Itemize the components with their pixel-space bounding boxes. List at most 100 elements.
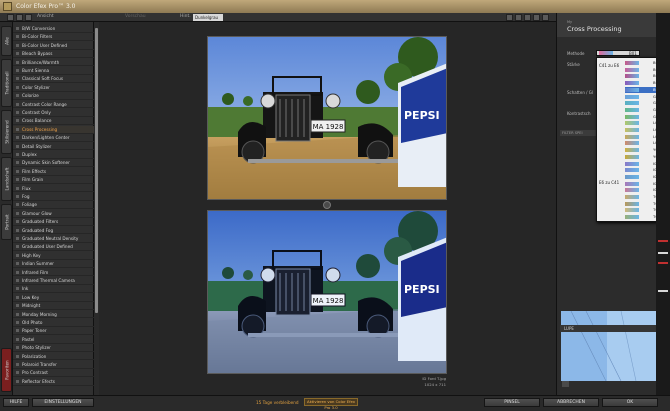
tab-stylizing[interactable]: Stilisierend xyxy=(1,110,12,154)
filter-list-item[interactable]: Indian Summer xyxy=(13,260,94,268)
dropdown-option-swatch xyxy=(625,87,639,92)
tab-traditional[interactable]: Traditionell xyxy=(1,59,12,107)
loupe-header[interactable]: LUPE xyxy=(560,325,656,332)
filter-list-item[interactable]: Glamour Glow xyxy=(13,210,94,218)
hand-tool-icon[interactable] xyxy=(533,14,540,21)
filter-header: My Cross Processing xyxy=(557,13,657,37)
edge-marker-white-2 xyxy=(658,290,668,292)
tab-portrait[interactable]: Portrait xyxy=(1,204,12,240)
dropdown-option-swatch xyxy=(625,81,639,86)
loupe-pin-button[interactable] xyxy=(562,381,569,387)
dropdown-option-swatch xyxy=(625,188,639,193)
filter-list-item[interactable]: Midnight xyxy=(13,302,94,310)
side-by-side-icon[interactable] xyxy=(25,14,32,21)
tab-landscape[interactable]: Landschaft xyxy=(1,157,12,201)
filter-list-item[interactable]: Duplex xyxy=(13,151,94,159)
tab-favorites[interactable]: Favoriten xyxy=(1,348,12,392)
method-select[interactable]: B01 xyxy=(596,50,640,56)
dropdown-option-swatch xyxy=(625,174,639,179)
zoom-in-icon[interactable] xyxy=(506,14,513,21)
tab-stylizing-label: Stilisierend xyxy=(4,120,9,144)
filter-list-item[interactable]: Old Photo xyxy=(13,319,94,327)
filter-stack-bar[interactable]: FILTER SPEI xyxy=(560,130,596,136)
tab-traditional-label: Traditionell xyxy=(4,71,9,95)
filter-list-item[interactable]: Reflector Efects xyxy=(13,378,94,386)
filter-list-item[interactable]: Flux xyxy=(13,185,94,193)
split-view-icon[interactable] xyxy=(16,14,23,21)
filter-list-scroll-thumb[interactable] xyxy=(95,28,98,313)
filter-list-item[interactable]: High Key xyxy=(13,252,94,260)
dropdown-option-swatch xyxy=(625,101,639,106)
filter-list-item[interactable]: Polarization xyxy=(13,353,94,361)
strength-label: Stärke xyxy=(567,62,580,67)
dropdown-option-swatch xyxy=(625,107,639,112)
single-view-icon[interactable] xyxy=(7,14,14,21)
zoom-out-icon[interactable] xyxy=(515,14,522,21)
title-bar: Color Efex Pro™ 3.0 xyxy=(0,0,670,13)
background-select[interactable]: Dunkelgrau xyxy=(193,14,223,21)
help-button[interactable]: HILFE xyxy=(3,398,29,407)
filter-list-item[interactable]: Infrared Film xyxy=(13,269,94,277)
filter-list-item[interactable]: Low Key xyxy=(13,294,94,302)
filter-list-item[interactable]: Color Stylizer xyxy=(13,84,94,92)
settings-button[interactable]: EINSTELLUNGEN xyxy=(32,398,94,407)
loupe-view[interactable] xyxy=(561,311,656,381)
filter-list-item[interactable]: Pro Contrast xyxy=(13,369,94,378)
shadows-label: Schatten / Gl xyxy=(567,90,593,95)
dropdown-group-c41-e6: C41 zu E6 xyxy=(599,63,620,68)
dropdown-option-swatch xyxy=(625,201,639,206)
brush-button[interactable]: PINSEL xyxy=(484,398,540,407)
filter-list-item[interactable]: B/W Conversion xyxy=(13,25,94,33)
cancel-button[interactable]: ABBRECHEN xyxy=(543,398,599,407)
filter-list-item[interactable]: Bi-Color User Defined xyxy=(13,42,94,50)
dropdown-group-e6-c41: E6 zu C41 xyxy=(599,180,620,185)
preview-label[interactable]: Vorschau xyxy=(125,14,146,19)
app-title: Color Efex Pro™ 3.0 xyxy=(16,3,76,10)
filter-list-item[interactable]: Brilliance/Warmth xyxy=(13,59,94,67)
fit-icon[interactable] xyxy=(524,14,531,21)
filter-list-item[interactable]: Monday Morning xyxy=(13,311,94,319)
filter-list-item[interactable]: Ink xyxy=(13,285,94,294)
svg-text:PEPSI: PEPSI xyxy=(404,109,440,122)
processed-photo[interactable]: PEPSI MA 1928 xyxy=(207,210,447,374)
filter-list-item[interactable]: Dynamic Skin Softener xyxy=(13,159,94,168)
filter-list-item[interactable]: Graduated User Defined xyxy=(13,243,94,252)
app-window: Color Efex Pro™ 3.0 Ansicht Vorschau Hin… xyxy=(0,0,670,411)
filter-list-item[interactable]: Paper Toner xyxy=(13,327,94,336)
filter-list-item[interactable]: Darken/Lighten Center xyxy=(13,134,94,142)
filter-list-item[interactable]: Infrared Thermal Camera xyxy=(13,277,94,285)
loupe-tool-icon[interactable] xyxy=(542,14,549,21)
filter-list-item[interactable]: Classical Soft Focus xyxy=(13,75,94,84)
original-photo[interactable]: PEPSI MA 1928 xyxy=(207,36,447,200)
filter-list-item[interactable]: Graduated Filters xyxy=(13,218,94,226)
method-value: B01 xyxy=(629,51,637,56)
filter-list-item[interactable]: Cross Balance xyxy=(13,117,94,126)
filter-list-item[interactable]: Cross Processing xyxy=(13,125,94,134)
filter-list-item[interactable]: Graduated Neutral Density xyxy=(13,235,94,243)
dropdown-option-swatch xyxy=(625,121,639,126)
filter-list-item[interactable]: Contrast Only xyxy=(13,109,94,117)
filter-list-item[interactable]: Bi-Color Filters xyxy=(13,33,94,42)
view-label: Ansicht xyxy=(37,14,54,19)
filter-list-item[interactable]: Pastel xyxy=(13,336,94,344)
filter-list-item[interactable]: Detail Stylizer xyxy=(13,143,94,151)
split-divider-icon[interactable] xyxy=(323,201,331,209)
dropdown-option-swatch xyxy=(625,61,639,65)
dropdown-option-swatch xyxy=(625,134,639,139)
dropdown-option-swatch xyxy=(625,195,639,199)
filter-list-item[interactable]: Fog xyxy=(13,193,94,201)
filter-list-item[interactable]: Bleach Bypass xyxy=(13,50,94,58)
filter-list-item[interactable]: Photo Stylizer xyxy=(13,344,94,352)
filter-list-item[interactable]: Contrast Color Range xyxy=(13,101,94,109)
filter-list-item[interactable]: Burnt Sienna xyxy=(13,67,94,75)
filter-list-item[interactable]: Foliage xyxy=(13,201,94,210)
filter-list-item[interactable]: Colorize xyxy=(13,92,94,100)
filter-list-item[interactable]: Graduated Fog xyxy=(13,227,94,235)
ok-button[interactable]: OK xyxy=(602,398,658,407)
tab-all[interactable]: Alle xyxy=(1,26,12,56)
activate-button[interactable]: Aktivieren von Color Efex Pro 3.0 xyxy=(304,398,358,410)
filter-list-item[interactable]: Film Grain xyxy=(13,176,94,184)
filter-list-item[interactable]: Film Effects xyxy=(13,168,94,176)
filter-list-item[interactable]: Polaroid Transfer xyxy=(13,361,94,369)
dropdown-option-swatch xyxy=(625,67,639,72)
